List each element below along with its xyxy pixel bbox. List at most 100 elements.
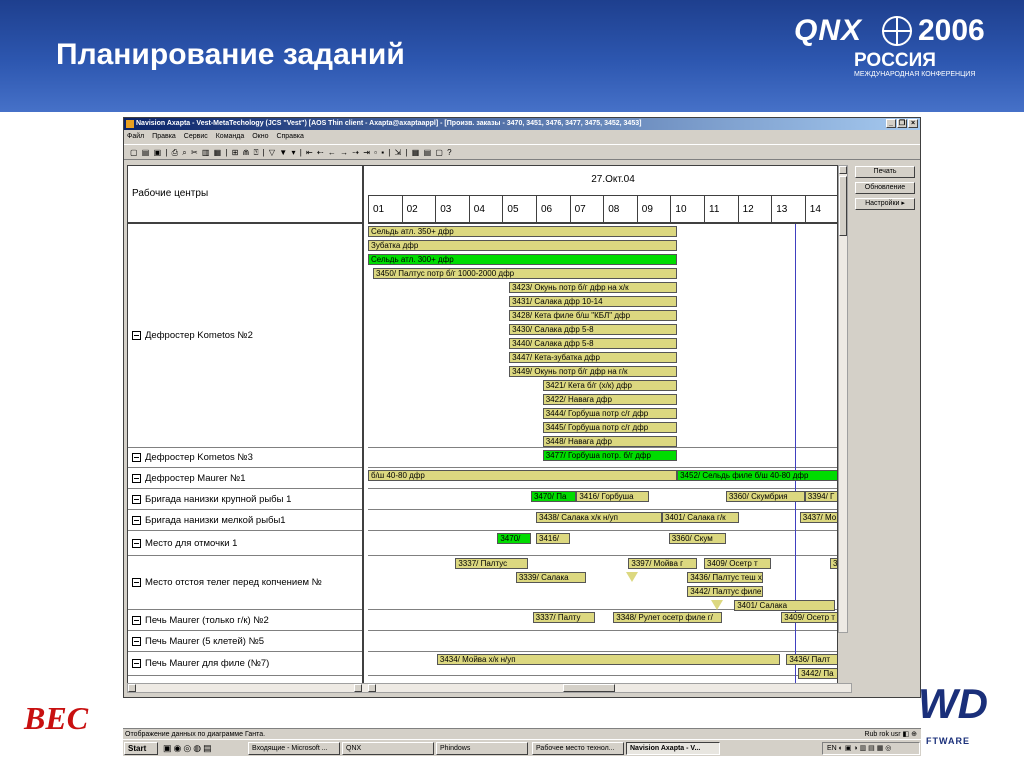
system-tray[interactable]: EN ◐ ▣ ◑ ▥ ▤ ▦ ◎	[822, 742, 920, 755]
gantt-task-bar[interactable]: Сельдь атл. 300+ дфр	[368, 254, 678, 265]
workcenter-row[interactable]: Место отстоя телег перед копчением №	[128, 556, 362, 610]
scroll-left-arrow-icon[interactable]	[128, 684, 136, 692]
workcenter-row[interactable]: Дефростер Kometos №3	[128, 448, 362, 468]
hour-label: 09	[636, 196, 671, 224]
taskbar-item-phindows[interactable]: Phindows	[436, 742, 528, 755]
gantt-task-bar[interactable]: 3422/ Навага дфр	[542, 394, 678, 405]
toolbar[interactable]: ▢ ▤ ▣ | ⎙ ⌕ ✂ ▥ ▦ | ⊞ ⋒ ⍰ | ▽ ▼ ▾ | ⇤ ⇠ …	[124, 144, 920, 160]
gantt-task-bar[interactable]: 3470/	[497, 533, 531, 544]
gantt-task-bar[interactable]: 3394/ Г	[804, 491, 837, 502]
collapse-icon[interactable]	[132, 538, 141, 548]
gantt-task-bar[interactable]: 3477/ Горбуша потр. б/г дфр	[542, 450, 678, 461]
milestone-marker-icon[interactable]	[625, 572, 638, 582]
window-titlebar[interactable]: Navision Axapta - Vest-MetaTechology (JC…	[124, 118, 920, 130]
collapse-icon[interactable]	[132, 473, 141, 483]
gantt-task-bar[interactable]: 3337/ Палту	[532, 612, 595, 623]
gantt-task-bar[interactable]: 3437/ Мо	[799, 512, 837, 523]
refresh-button[interactable]: Обновление	[855, 182, 915, 194]
gantt-task-bar[interactable]: 3450/ Палтус потр б/г 1000-2000 дфр	[373, 268, 678, 279]
collapse-icon[interactable]	[132, 494, 141, 504]
taskbar-item-workplace[interactable]: Рабочее место технол...	[532, 742, 624, 755]
collapse-icon[interactable]	[132, 578, 141, 587]
taskbar-item-axapta[interactable]: Navision Axapta - V...	[626, 742, 720, 755]
menu-file[interactable]: Файл	[124, 130, 147, 143]
gantt-task-bar[interactable]: 3428/ Кета филе б/ш "КБЛ" дфр	[509, 310, 678, 321]
gantt-task-bar[interactable]: 3434/ Мойва х/к н/уп	[436, 654, 780, 665]
gantt-task-bar[interactable]: 3431/ Салака дфр 10-14	[509, 296, 678, 307]
collapse-icon[interactable]	[132, 615, 141, 625]
menu-command[interactable]: Команда	[213, 130, 248, 143]
gantt-task-bar[interactable]: 3416/	[536, 533, 570, 544]
timeline-scroll-left-arrow-icon[interactable]	[368, 684, 376, 692]
gantt-task-bar[interactable]: 3447/ Кета-зубатка дфр	[509, 352, 678, 363]
gantt-task-bar[interactable]: 3360/ Скум	[668, 533, 726, 544]
gantt-task-bar[interactable]: 3337/ Палтус	[455, 558, 528, 569]
gantt-task-bar[interactable]: 3423/ Окунь потр б/г дфр на х/к	[509, 282, 678, 293]
gantt-task-bar[interactable]: Сельдь атл. 350+ дфр	[368, 226, 678, 237]
workcenter-row[interactable]: Печь Maurer (только г/к) №2	[128, 610, 362, 631]
gantt-task-bar[interactable]: 3452/ Сельдь филе б/ш 40-80 дфр	[677, 470, 837, 481]
start-button[interactable]: Start	[124, 742, 158, 755]
collapse-icon[interactable]	[132, 515, 141, 525]
workcenter-row[interactable]: Бригада нанизки мелкой рыбы1	[128, 510, 362, 531]
workcenter-row[interactable]: Печь Maurer (5 клетей) №5	[128, 631, 362, 652]
hour-label: 10	[670, 196, 704, 224]
restore-button[interactable]: ❐	[897, 119, 907, 128]
gantt-task-bar[interactable]: 3348/ Рулет осетр филе г/	[613, 612, 723, 623]
collapse-icon[interactable]	[132, 453, 141, 462]
workcenter-row[interactable]: Дефростер Maurer №1	[128, 468, 362, 489]
gantt-task-bar[interactable]: 3442/ Па	[798, 668, 837, 679]
gantt-task-bar[interactable]: 3438/ Салака х/к н/уп	[536, 512, 662, 523]
workcenter-row[interactable]: Дефростер Kometos №2	[128, 224, 362, 448]
scroll-right-arrow-icon[interactable]	[354, 684, 362, 692]
gantt-task-bar[interactable]: 3448/ Навага дфр	[542, 436, 678, 447]
gantt-timeline[interactable]: Сельдь атл. 350+ дфр Зубатка дфр Сельдь ат…	[368, 224, 837, 684]
scroll-up-arrow-icon[interactable]	[839, 166, 847, 174]
workcenter-row[interactable]: Печь Maurer для филе (№7)	[128, 652, 362, 676]
gantt-task-bar[interactable]: 3442/ Палтус филе х	[687, 586, 763, 597]
gantt-task-bar[interactable]: 3401/ Салака	[734, 600, 836, 611]
taskbar-item-outlook[interactable]: Входящие - Microsoft ...	[248, 742, 340, 755]
gantt-task-bar[interactable]: 3339/ Салака	[515, 572, 587, 583]
gantt-task-bar[interactable]: 3409/ Осетр т	[781, 612, 837, 623]
collapse-icon[interactable]	[132, 659, 141, 668]
gantt-task-bar[interactable]: 3409/ Осетр т	[704, 558, 772, 569]
menu-help[interactable]: Справка	[273, 130, 306, 143]
gantt-task-bar[interactable]: 3445/ Горбуша потр с/г дфр	[542, 422, 678, 433]
gantt-task-bar[interactable]: 3470/ Па	[530, 491, 577, 502]
quicklaunch-icons[interactable]: ▣◉◎◍▤	[163, 743, 214, 754]
settings-button[interactable]: Настройки ▸	[855, 198, 915, 210]
gantt-task-bar[interactable]: 3401/ Салака г/к	[662, 512, 740, 523]
gantt-task-bar[interactable]: 3421/ Кета б/г (х/к) дфр	[542, 380, 678, 391]
workcenter-row[interactable]: Место для отмочки 1	[128, 531, 362, 556]
horizontal-scroll-thumb[interactable]	[563, 684, 615, 692]
hour-label: 02	[401, 196, 436, 224]
taskbar-item-qnx[interactable]: QNX	[342, 742, 434, 755]
gantt-task-bar[interactable]: 3360/ Скумбрия	[725, 491, 805, 502]
collapse-icon[interactable]	[132, 331, 141, 340]
gantt-task-bar[interactable]: 3440/ Салака дфр 5-8	[509, 338, 678, 349]
gantt-task-bar[interactable]: 3397/ Мойва г	[628, 558, 698, 569]
gantt-task-bar[interactable]: 3416/ Горбуша	[576, 491, 649, 502]
gantt-task-bar[interactable]: 3449/ Окунь потр б/г дфр на г/к	[509, 366, 678, 377]
gantt-task-bar[interactable]: 3444/ Горбуша потр с/г дфр	[542, 408, 678, 419]
gantt-task-bar[interactable]: Зубатка дфр	[368, 240, 678, 251]
menu-edit[interactable]: Правка	[149, 130, 179, 143]
gantt-task-bar[interactable]: б/ш 40-80 дфр	[368, 470, 678, 481]
horizontal-scrollbar[interactable]	[127, 683, 852, 693]
gantt-task-bar[interactable]: 3436/ Палт	[786, 654, 837, 665]
collapse-icon[interactable]	[132, 636, 141, 646]
gantt-task-bar[interactable]: 3	[830, 558, 837, 569]
vertical-scroll-thumb[interactable]	[839, 176, 847, 236]
menu-window[interactable]: Окно	[249, 130, 271, 143]
gantt-task-bar[interactable]: 3430/ Салака дфр 5-8	[509, 324, 678, 335]
gantt-task-bar[interactable]: 3436/ Палтус теш х/к	[687, 572, 763, 583]
print-button[interactable]: Печать	[855, 166, 915, 178]
vertical-scrollbar[interactable]	[838, 165, 848, 633]
gantt-date-header: 27.Окт.04	[368, 166, 837, 196]
milestone-marker-icon[interactable]	[711, 600, 724, 610]
close-button[interactable]: ×	[908, 119, 918, 128]
minimize-button[interactable]: _	[886, 119, 896, 128]
menu-service[interactable]: Сервис	[181, 130, 211, 143]
workcenter-row[interactable]: Бригада нанизки крупной рыбы 1	[128, 489, 362, 510]
